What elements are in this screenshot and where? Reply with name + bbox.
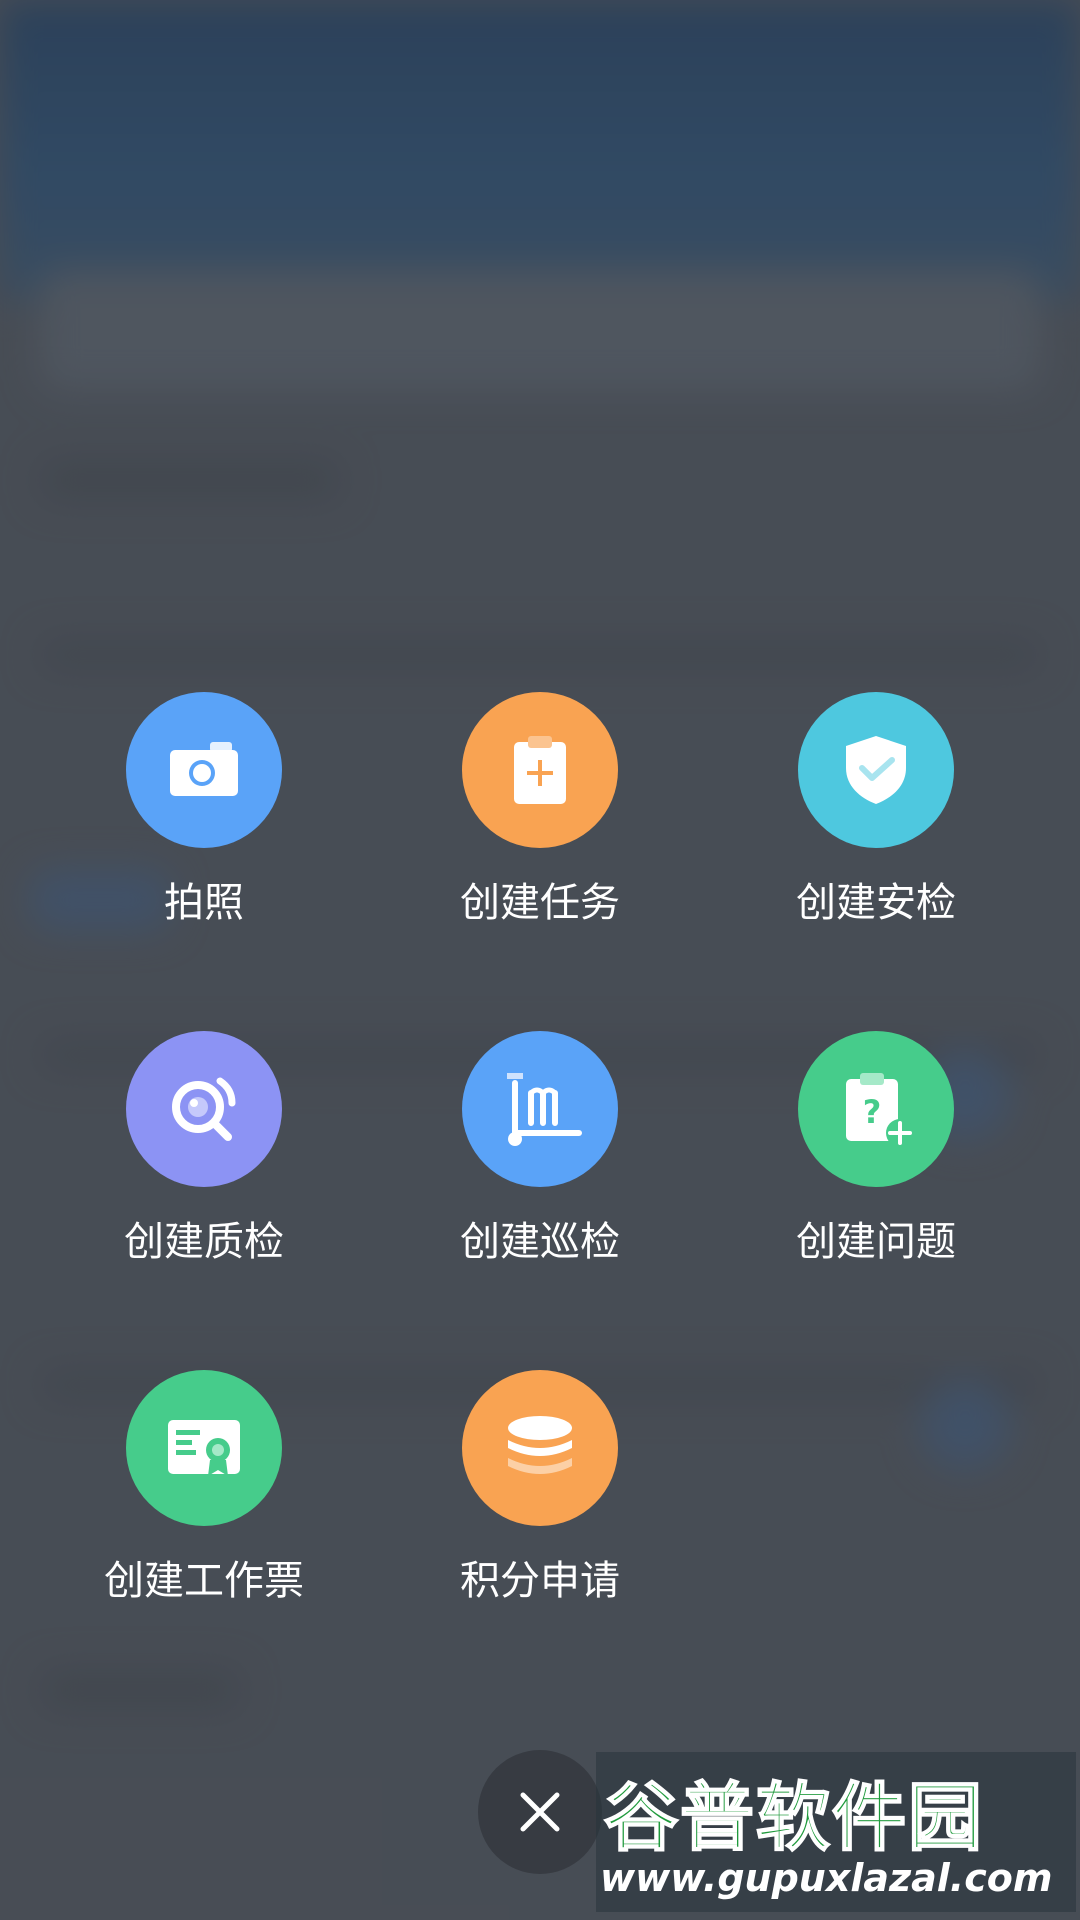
magnifier-eye-icon — [126, 1031, 282, 1187]
svg-text:?: ? — [863, 1093, 882, 1131]
watermark-title: 谷普软件园 — [603, 1774, 984, 1862]
action-label: 创建问题 — [796, 1219, 956, 1265]
action-grid: 拍照 创建任务 创建安检 创建质检 创建巡检 ? 创建问题 创建工作票 积分申请 — [0, 0, 1080, 1920]
action-create-quality-check[interactable]: 创建质检 — [64, 1031, 344, 1291]
action-label: 创建工作票 — [104, 1558, 304, 1604]
action-points-request[interactable]: 积分申请 — [400, 1370, 680, 1630]
action-create-patrol[interactable]: 创建巡检 — [400, 1031, 680, 1291]
action-create-task[interactable]: 创建任务 — [400, 692, 680, 952]
action-photo[interactable]: 拍照 — [64, 692, 344, 952]
watermark-url: www.gupuxlazal.com — [600, 1856, 1053, 1900]
action-label: 创建安检 — [796, 880, 956, 926]
action-label: 积分申请 — [460, 1558, 620, 1604]
action-label: 创建任务 — [460, 880, 620, 926]
question-clipboard-icon: ? — [798, 1031, 954, 1187]
close-button[interactable] — [478, 1750, 602, 1874]
watermark: 谷普软件园 www.gupuxlazal.com — [596, 1752, 1076, 1912]
action-create-work-ticket[interactable]: 创建工作票 — [64, 1370, 344, 1630]
patrol-cart-icon — [462, 1031, 618, 1187]
action-create-safety-check[interactable]: 创建安检 — [736, 692, 1016, 952]
action-label: 拍照 — [164, 880, 244, 926]
close-icon — [520, 1792, 560, 1832]
action-label: 创建质检 — [124, 1219, 284, 1265]
shield-check-icon — [798, 692, 954, 848]
camera-icon — [126, 692, 282, 848]
clipboard-plus-icon — [462, 692, 618, 848]
action-label: 创建巡检 — [460, 1219, 620, 1265]
action-create-issue[interactable]: ? 创建问题 — [736, 1031, 1016, 1291]
coin-stack-icon — [462, 1370, 618, 1526]
certificate-icon — [126, 1370, 282, 1526]
